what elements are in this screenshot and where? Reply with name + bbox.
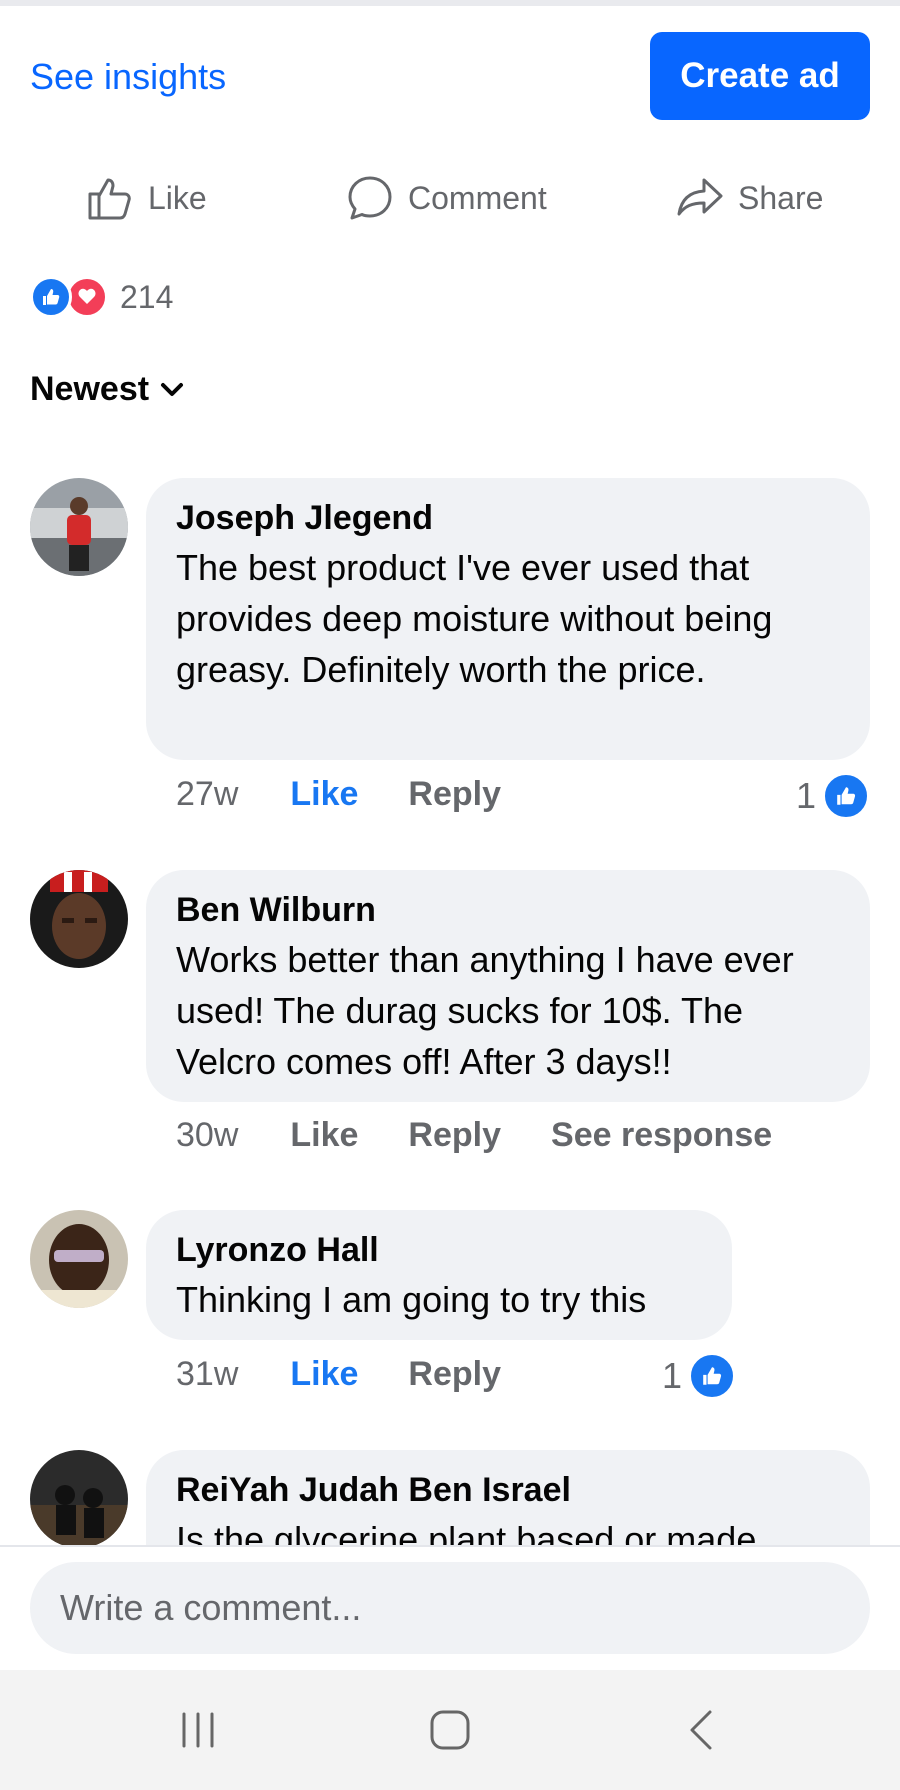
comment-meta: 30w Like Reply See response bbox=[176, 1116, 772, 1155]
back-button[interactable] bbox=[642, 1670, 762, 1790]
recent-apps-button[interactable] bbox=[138, 1670, 258, 1790]
comment-like-count[interactable]: 1 bbox=[796, 772, 870, 820]
share-action-label: Share bbox=[738, 179, 824, 216]
comment-composer-bar bbox=[0, 1545, 900, 1672]
like-action-label: Like bbox=[148, 179, 207, 216]
comment-reply-button[interactable]: Reply bbox=[408, 1355, 501, 1394]
reaction-count: 214 bbox=[120, 278, 174, 315]
avatar[interactable] bbox=[30, 1450, 128, 1548]
comment-bubble: Ben Wilburn Works better than anything I… bbox=[146, 870, 870, 1102]
share-action-button[interactable]: Share bbox=[676, 172, 823, 224]
see-response-link[interactable]: See response bbox=[551, 1116, 772, 1155]
reaction-summary[interactable]: 214 bbox=[30, 276, 174, 318]
comment-like-button[interactable]: Like bbox=[290, 1355, 358, 1394]
comment-like-button[interactable]: Like bbox=[290, 1116, 358, 1155]
comment-time[interactable]: 31w bbox=[176, 1355, 238, 1394]
avatar[interactable] bbox=[30, 1210, 128, 1308]
comment-reply-button[interactable]: Reply bbox=[408, 775, 501, 814]
comment-text: Works better than anything I have ever u… bbox=[176, 939, 794, 1082]
comment-author[interactable]: Ben Wilburn bbox=[176, 890, 840, 930]
comment-like-count[interactable]: 1 bbox=[662, 1352, 737, 1400]
heart-icon bbox=[66, 276, 108, 318]
thumbs-up-icon bbox=[688, 1352, 737, 1400]
like-count-value: 1 bbox=[795, 775, 816, 816]
comment-reply-button[interactable]: Reply bbox=[408, 1116, 501, 1155]
recent-apps-icon bbox=[182, 1712, 214, 1748]
sort-label: Newest bbox=[30, 370, 150, 408]
comment-bubble: Lyronzo Hall Thinking I am going to try … bbox=[146, 1210, 732, 1340]
thumbs-up-icon bbox=[88, 178, 131, 220]
comment-author[interactable]: Joseph Jlegend bbox=[176, 498, 840, 538]
home-button[interactable] bbox=[390, 1670, 510, 1790]
back-icon bbox=[690, 1710, 712, 1750]
comment-time[interactable]: 27w bbox=[176, 775, 238, 814]
comment-author[interactable]: ReiYah Judah Ben Israel bbox=[176, 1470, 840, 1510]
comment-meta: 31w Like Reply bbox=[176, 1355, 551, 1394]
avatar[interactable] bbox=[30, 870, 128, 968]
comment-like-button[interactable]: Like bbox=[290, 775, 358, 814]
see-insights-link[interactable]: See insights bbox=[30, 56, 226, 98]
share-icon bbox=[677, 178, 723, 216]
like-count-value: 1 bbox=[662, 1355, 683, 1396]
chevron-down-icon bbox=[161, 382, 184, 396]
post-action-bar: Like Comment Share bbox=[0, 172, 900, 224]
like-action-button[interactable]: Like bbox=[86, 172, 207, 224]
comment-input[interactable] bbox=[30, 1562, 870, 1654]
top-divider bbox=[0, 0, 900, 6]
comment-author[interactable]: Lyronzo Hall bbox=[176, 1230, 702, 1270]
comment-text: Thinking I am going to try this bbox=[176, 1279, 647, 1320]
avatar[interactable] bbox=[30, 478, 128, 576]
system-nav-bar bbox=[0, 1670, 900, 1790]
comment-meta: 27w Like Reply bbox=[176, 775, 551, 814]
comment-action-label: Comment bbox=[408, 179, 547, 216]
comment-action-button[interactable]: Comment bbox=[346, 172, 547, 224]
comment-time[interactable]: 30w bbox=[176, 1116, 238, 1155]
comment-sort-dropdown[interactable]: Newest bbox=[30, 370, 185, 409]
comment-icon bbox=[348, 176, 392, 220]
create-ad-button[interactable]: Create ad bbox=[650, 32, 870, 120]
comment-bubble: Joseph Jlegend The best product I've eve… bbox=[146, 478, 870, 760]
home-icon bbox=[430, 1710, 470, 1750]
thumbs-up-icon bbox=[822, 772, 870, 820]
like-reaction-icon bbox=[30, 276, 72, 318]
comment-text: The best product I've ever used that pro… bbox=[176, 547, 773, 690]
